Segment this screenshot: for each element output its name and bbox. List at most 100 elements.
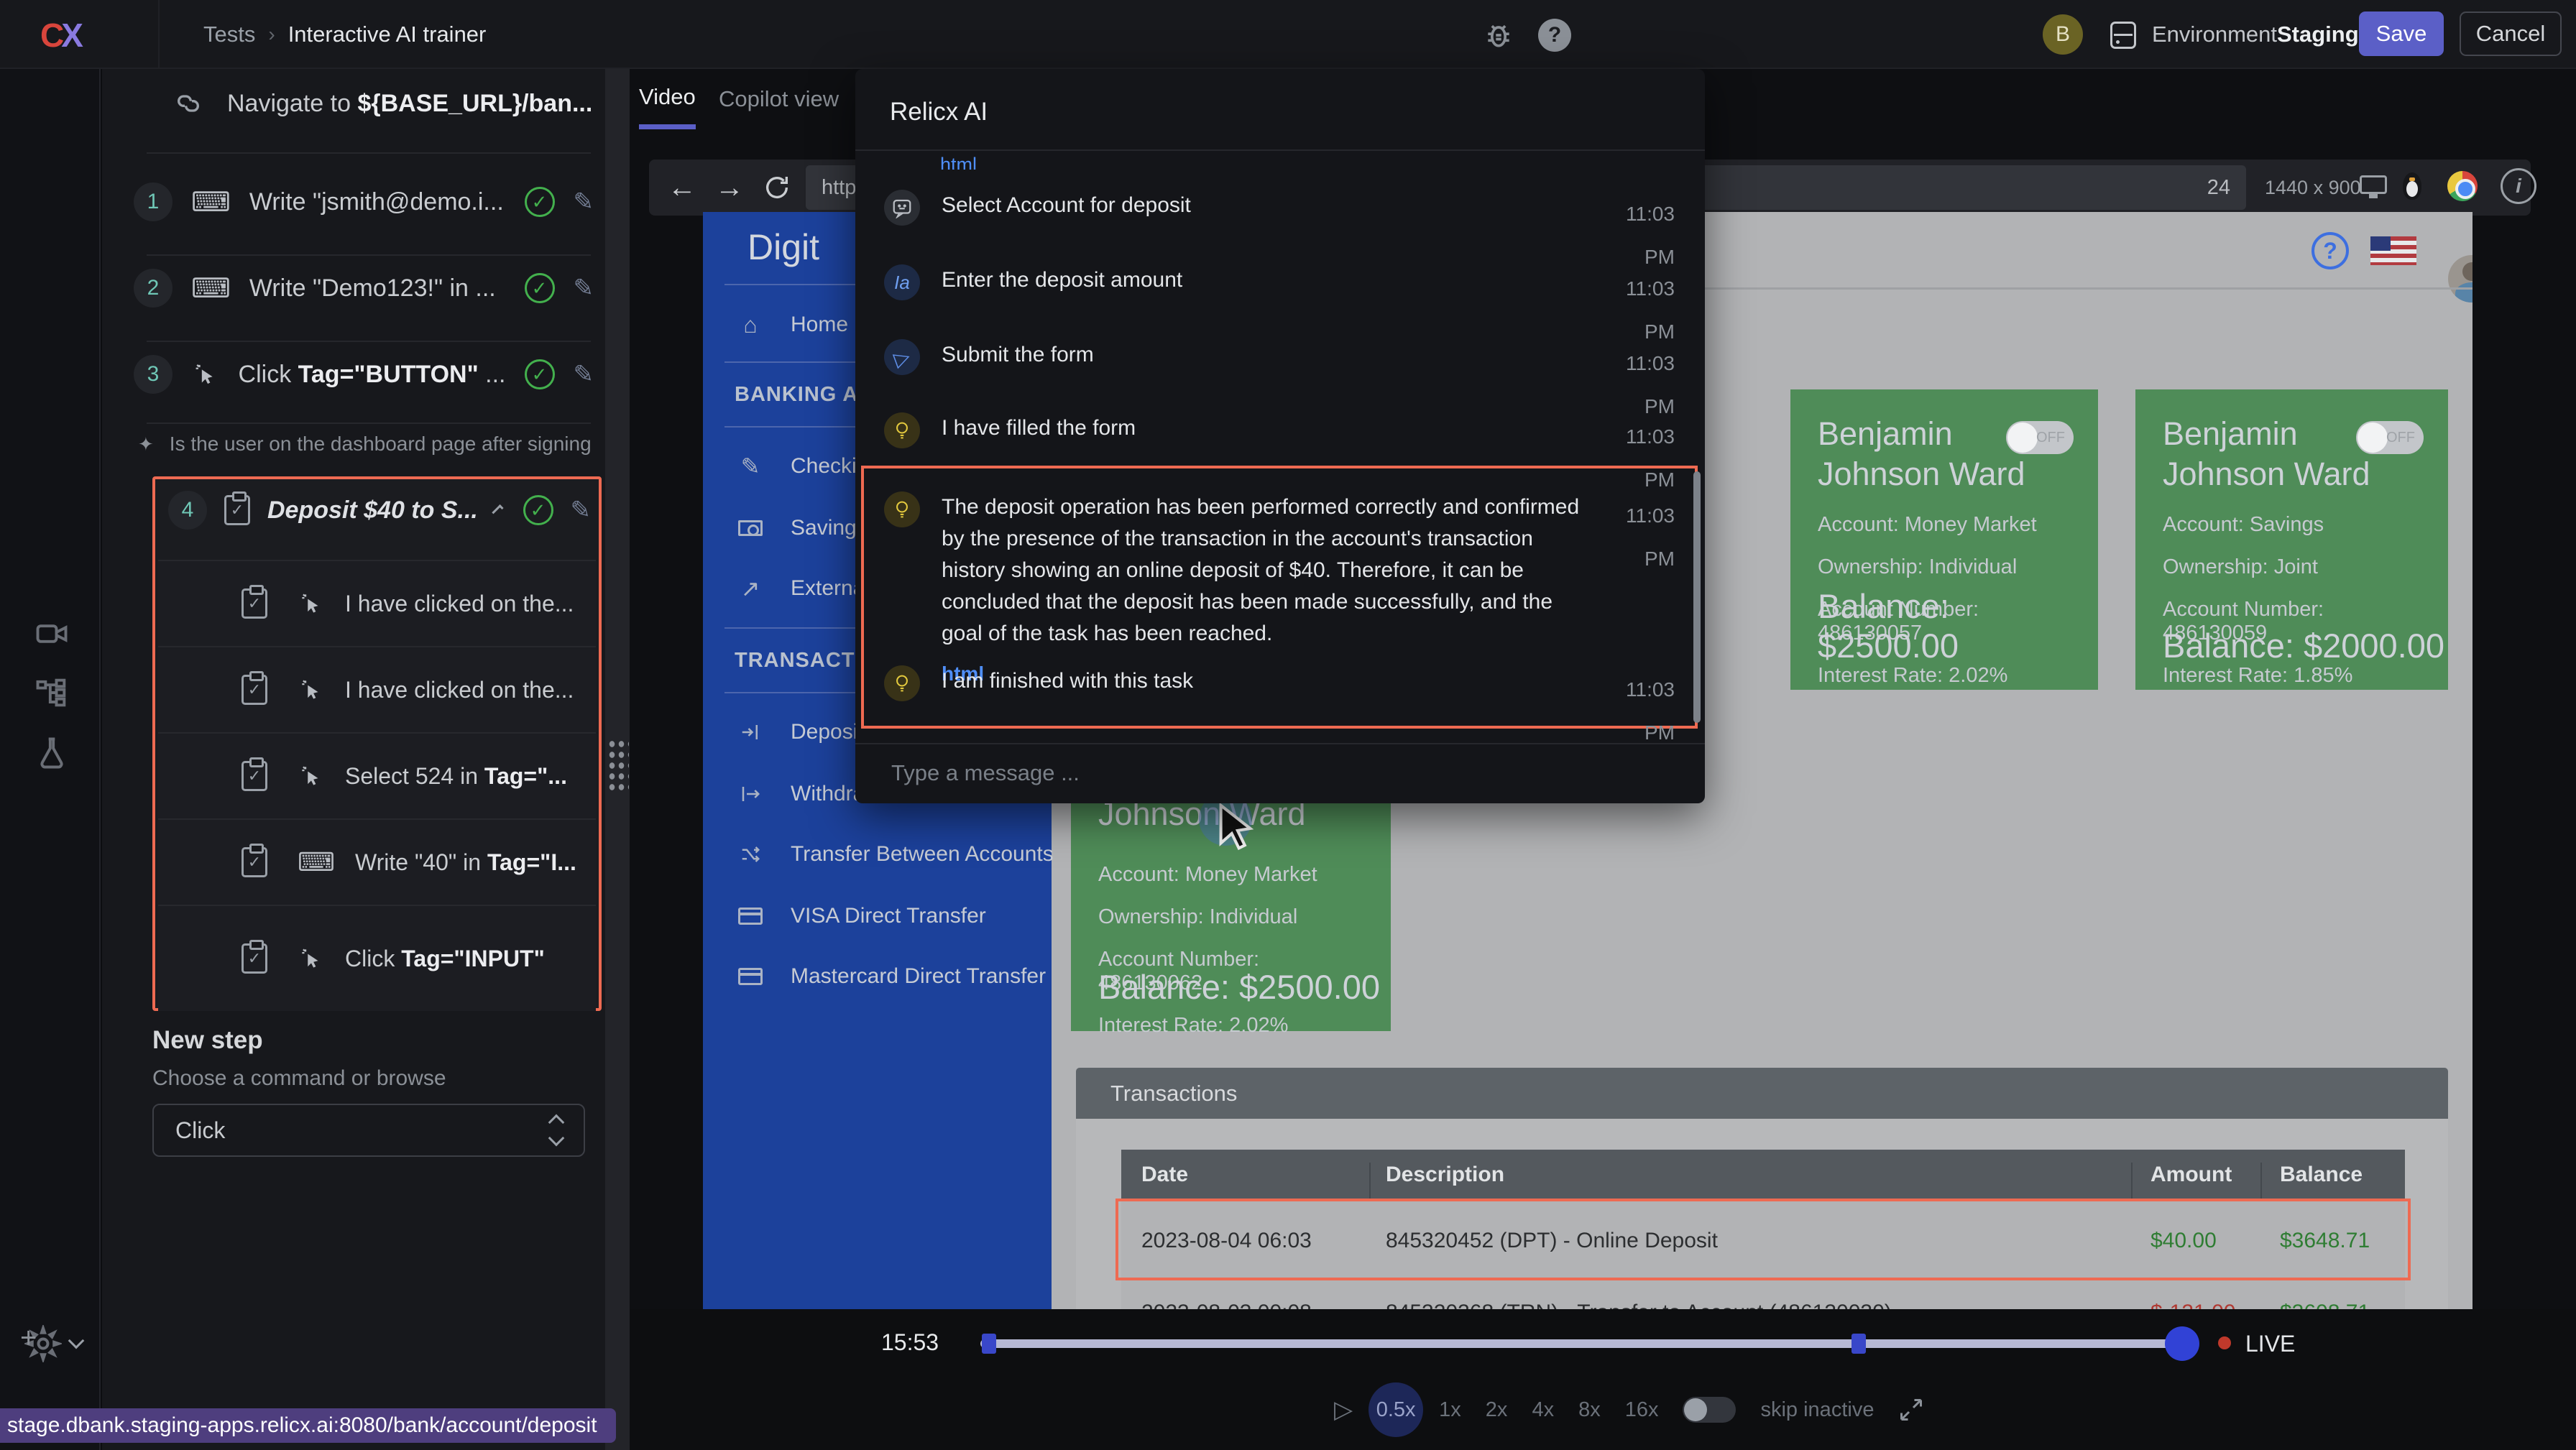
tx-amount: $-131.00	[2150, 1301, 2235, 1309]
step-row-2[interactable]: 2 ⌨ Write "Demo123!" in ... ✓ ✎	[134, 269, 594, 308]
step-navigate[interactable]: Navigate to ${BASE_URL}/ban...	[174, 89, 592, 118]
card-toggle[interactable]: OFF	[2006, 421, 2074, 454]
keyboard-icon: ⌨	[191, 272, 231, 305]
fullscreen-icon[interactable]	[1898, 1397, 1924, 1423]
logo-c: C	[40, 17, 61, 54]
divider	[158, 0, 160, 69]
chat-scrollbar[interactable]	[1693, 471, 1701, 723]
banknote-icon	[735, 520, 766, 536]
substep-row-2[interactable]: ✓ I have clicked on the...	[158, 646, 596, 732]
environment-value[interactable]: Staging	[2277, 0, 2359, 69]
check-glyph: ✓	[248, 680, 261, 699]
toggle-knob	[2358, 422, 2388, 453]
timeline-playhead[interactable]	[2165, 1326, 2199, 1361]
step-row-3[interactable]: 3 Click Tag="BUTTON" ... ✓ ✎	[134, 355, 594, 394]
avatar[interactable]: B	[2043, 14, 2083, 55]
command-select[interactable]: Click	[152, 1104, 585, 1157]
tx-date: 2023-08-03 00:08	[1141, 1301, 1312, 1309]
substep-row-5[interactable]: ✓ Click Tag="INPUT"	[158, 905, 596, 1011]
edit-icon[interactable]: ✎	[574, 274, 594, 303]
camera-icon[interactable]	[33, 615, 70, 652]
app-logo[interactable]: CX	[40, 16, 80, 55]
edit-icon[interactable]: ✎	[574, 188, 594, 216]
speed-4x[interactable]: 4x	[1532, 1398, 1554, 1422]
step-number: 1	[134, 183, 172, 221]
html-link[interactable]: html	[940, 154, 977, 170]
step-row-4[interactable]: 4 ✓ Deposit $40 to S... ✓ ✎	[168, 491, 591, 530]
flow-tree-icon[interactable]	[33, 674, 70, 711]
col-date: Date	[1141, 1163, 1188, 1187]
playback-options: ▷ 0.5x 1x 2x 4x 8x 16x skip inactive	[1334, 1381, 1924, 1439]
timeline-marker[interactable]	[982, 1334, 996, 1354]
breadcrumb-tests[interactable]: Tests	[203, 22, 255, 47]
help-icon[interactable]: ?	[1538, 19, 1571, 52]
tab-copilot-view[interactable]: Copilot view	[719, 69, 839, 129]
edit-icon[interactable]: ✎	[571, 496, 592, 525]
bank-nav-visa[interactable]: VISA Direct Transfer	[703, 893, 1052, 939]
assertion-row[interactable]: ✦ Is the user on the dashboard page afte…	[138, 433, 601, 456]
tab-video[interactable]: Video	[639, 69, 696, 129]
col-amount: Amount	[2150, 1163, 2232, 1187]
account-balance: Balance: $2500.00	[1098, 967, 1380, 1007]
save-button[interactable]: Save	[2359, 11, 2444, 56]
chat-message: Select Account for deposit 11:03PM	[884, 190, 1675, 226]
substep-row-1[interactable]: ✓ I have clicked on the...	[158, 560, 596, 646]
click-cursor-icon	[298, 676, 325, 703]
refresh-icon[interactable]	[763, 173, 791, 202]
us-flag-icon[interactable]	[2370, 236, 2416, 265]
account-balance: Balance: $2500.00	[1818, 586, 2098, 665]
play-icon[interactable]: ▷	[1334, 1395, 1353, 1424]
account-type: Account: Savings	[2163, 513, 2421, 537]
card-toggle[interactable]: OFF	[2356, 421, 2424, 454]
bank-user-avatar[interactable]	[2448, 255, 2472, 303]
chat-input[interactable]: Type a message ...	[891, 760, 1080, 786]
bug-icon[interactable]	[1481, 17, 1517, 53]
timeline-slider[interactable]	[980, 1339, 2196, 1348]
check-circle-icon: ✓	[525, 359, 555, 389]
back-icon[interactable]: ←	[668, 172, 696, 204]
speed-0-5x[interactable]: 0.5x	[1368, 1382, 1423, 1437]
bank-nav-mastercard[interactable]: Mastercard Direct Transfer	[703, 953, 1052, 999]
substep-label: Select 524 in Tag="...	[345, 763, 567, 790]
forward-icon[interactable]: →	[715, 172, 744, 204]
substep-row-3[interactable]: ✓ Select 524 in Tag="...	[158, 732, 596, 818]
edit-square-icon: ✎	[735, 453, 766, 480]
step-row-1[interactable]: 1 ⌨ Write "jsmith@demo.i... ✓ ✎	[134, 183, 594, 221]
keyboard-icon: ⌨	[191, 186, 231, 218]
speed-1x[interactable]: 1x	[1439, 1398, 1461, 1422]
speed-8x[interactable]: 8x	[1578, 1398, 1601, 1422]
relicx-ai-panel: Relicx AI html Select Account for deposi…	[855, 69, 1705, 803]
clipboard-check-icon: ✓	[242, 761, 267, 791]
clipboard-check-icon: ✓	[242, 847, 267, 877]
collapse-icon[interactable]	[492, 504, 503, 516]
command-select-value: Click	[175, 1117, 225, 1144]
account-holder-name: Benjamin Johnson Ward	[2163, 414, 2378, 494]
add-icon[interactable]: +	[20, 1322, 37, 1354]
bank-help-icon[interactable]: ?	[2312, 232, 2349, 269]
transaction-row[interactable]: 2023-08-03 00:08 845320368 (TRN) - Trans…	[1121, 1280, 2405, 1309]
edit-icon[interactable]: ✎	[574, 360, 594, 389]
substep-row-4[interactable]: ✓ ⌨ Write "40" in Tag="I...	[158, 818, 596, 905]
new-step-title: New step	[152, 1026, 263, 1055]
skip-inactive-label: skip inactive	[1760, 1398, 1874, 1422]
breadcrumb-separator: ›	[268, 23, 275, 46]
viewport-resolution: 1440 x 900	[2265, 177, 2361, 199]
step-label: Write "Demo123!" in ...	[249, 274, 506, 303]
chevron-down-icon[interactable]	[70, 1335, 82, 1347]
message-text: I am finished with this task	[942, 665, 1588, 701]
info-icon[interactable]: i	[2501, 168, 2536, 204]
cancel-button[interactable]: Cancel	[2460, 11, 2562, 56]
col-description: Description	[1386, 1163, 1504, 1187]
timeline-marker[interactable]	[1852, 1334, 1866, 1354]
new-step-subtitle: Choose a command or browse	[152, 1066, 446, 1091]
skip-inactive-toggle[interactable]	[1683, 1397, 1736, 1423]
divider	[855, 743, 1705, 744]
flask-icon[interactable]	[33, 734, 70, 772]
speed-16x[interactable]: 16x	[1625, 1398, 1659, 1422]
tx-description: 845320368 (TRN) - Transfer to Account (4…	[1386, 1301, 1892, 1309]
link-icon	[174, 89, 203, 118]
avatar-initial: B	[2056, 22, 2070, 47]
bank-nav-transfer[interactable]: Transfer Between Accounts	[703, 831, 1052, 877]
speed-2x[interactable]: 2x	[1486, 1398, 1508, 1422]
send-icon: ▷	[884, 339, 920, 375]
